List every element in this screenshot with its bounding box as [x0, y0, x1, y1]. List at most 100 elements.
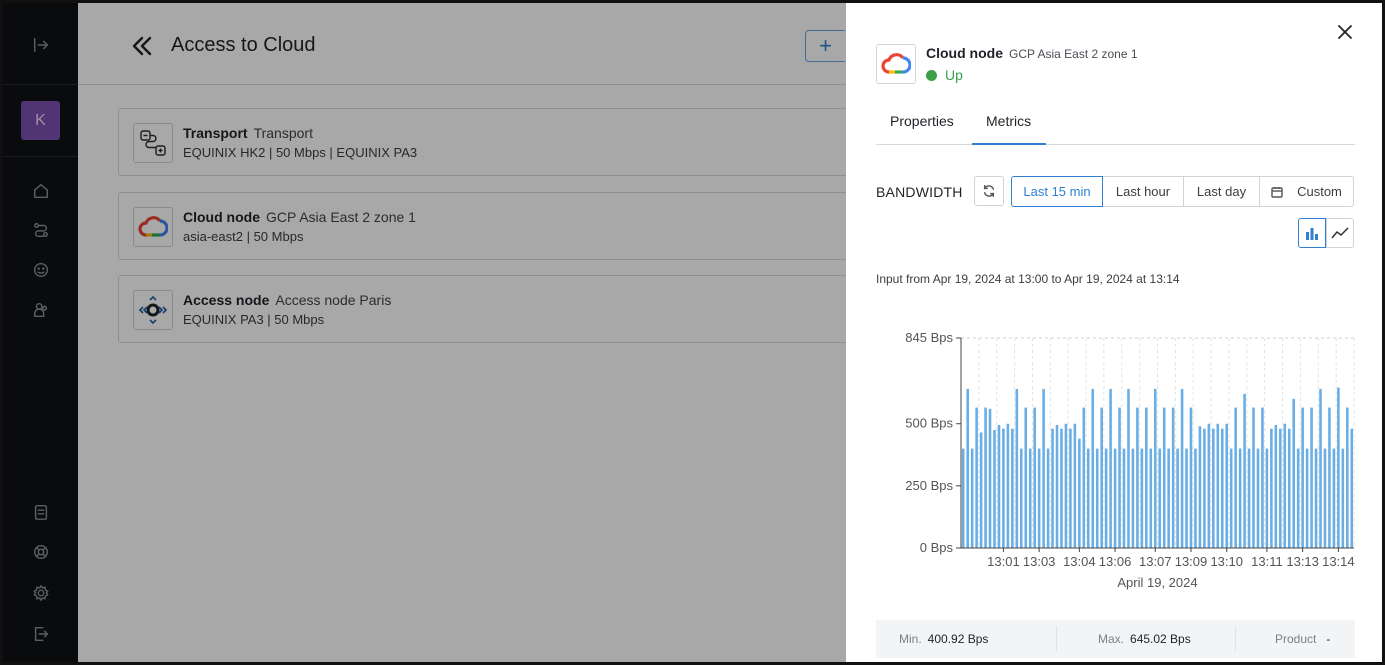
chart-bar: [1247, 448, 1251, 548]
chart-bar: [1261, 407, 1264, 548]
chart-bar: [1037, 448, 1041, 548]
status-dot-icon: [926, 69, 937, 81]
chart-bar: [1162, 407, 1166, 548]
chart-bar: [1158, 448, 1162, 548]
range-last-day[interactable]: Last day: [1183, 176, 1260, 207]
chart-bar: [1296, 448, 1300, 548]
chart-bar: [1180, 388, 1184, 548]
status-badge: Up: [926, 67, 963, 83]
chart-bar: [1189, 407, 1193, 548]
x-tick-label: 13:11: [1251, 554, 1283, 569]
stats-bar: Min. 400.92 Bps Max. 645.02 Bps Product -: [876, 620, 1355, 658]
chart-bar: [1176, 448, 1179, 548]
chart-bar: [975, 407, 978, 548]
chart-bar: [1310, 407, 1313, 548]
chart-bar: [1024, 407, 1028, 548]
chart-bar: [1113, 448, 1117, 548]
chart-bar: [1198, 426, 1202, 548]
chart-bar: [1346, 407, 1349, 548]
y-tick-label: 0 Bps: [920, 540, 954, 555]
modal-backdrop[interactable]: [3, 3, 848, 662]
x-tick-label: 13:09: [1175, 554, 1208, 569]
chart-bar: [1091, 388, 1095, 548]
chart-bar: [1028, 448, 1032, 548]
chart-bar: [1078, 438, 1081, 548]
chart-bar: [1185, 448, 1188, 548]
x-axis-label: April 19, 2024: [1117, 575, 1197, 590]
refresh-button[interactable]: [974, 176, 1004, 206]
y-tick-label: 250 Bps: [905, 478, 953, 493]
chart-bar: [1153, 388, 1157, 548]
chart-bar: [1279, 428, 1282, 548]
bar-chart-toggle[interactable]: [1298, 218, 1326, 248]
chart-bar: [1055, 424, 1059, 548]
close-icon[interactable]: [1335, 22, 1355, 42]
chart-bar: [1203, 428, 1206, 548]
chart-bar: [1011, 428, 1014, 548]
range-custom[interactable]: Custom: [1259, 176, 1354, 207]
chart-bar: [1042, 388, 1045, 548]
chart-bar: [1060, 428, 1063, 548]
chart-bar: [1243, 393, 1246, 548]
x-tick-label: 13:04: [1063, 554, 1096, 569]
chart-bar: [1019, 448, 1023, 548]
chart-bar: [1332, 448, 1336, 548]
range-last-hour[interactable]: Last hour: [1102, 176, 1184, 207]
y-tick-label: 500 Bps: [905, 416, 953, 431]
chart-bar: [966, 388, 969, 548]
tab-bar: Properties Metrics: [876, 105, 1355, 145]
stat-min: Min. 400.92 Bps: [899, 632, 989, 646]
chart-bar: [1337, 387, 1340, 548]
x-tick-label: 13:14: [1322, 554, 1355, 569]
chart-bar: [993, 429, 996, 548]
section-title: BANDWIDTH: [876, 184, 963, 200]
chart-bar: [1220, 428, 1224, 548]
chart-bar: [1328, 407, 1331, 548]
bar-chart-icon: [1306, 228, 1318, 240]
chart-bar: [1256, 448, 1260, 548]
chart-bar: [1234, 407, 1237, 548]
chart-bar: [1046, 448, 1050, 548]
chart-bar: [1252, 407, 1255, 548]
chart-bar: [988, 408, 992, 548]
chart-bar: [1104, 448, 1108, 548]
gcp-cloud-icon: [876, 44, 916, 84]
chart-bar: [1287, 428, 1291, 548]
chart-bar: [1225, 423, 1229, 548]
chart-bar: [1073, 423, 1077, 548]
tab-properties[interactable]: Properties: [890, 113, 954, 129]
chart-bar: [1167, 448, 1170, 548]
chart-bar: [1341, 448, 1345, 548]
chart-bar: [1069, 428, 1072, 548]
range-last-15-min[interactable]: Last 15 min: [1011, 176, 1103, 207]
chart-bar: [1109, 388, 1112, 548]
refresh-icon: [983, 185, 995, 197]
chart-bar: [997, 424, 1001, 548]
y-tick-label: 845 Bps: [905, 330, 953, 345]
chart-bar: [1350, 428, 1354, 548]
time-range-description: Input from Apr 19, 2024 at 13:00 to Apr …: [876, 272, 1180, 286]
chart-bar: [1319, 388, 1322, 548]
chart-bar: [1095, 448, 1099, 548]
chart-bar: [1301, 407, 1304, 548]
x-tick-label: 13:03: [1023, 554, 1056, 569]
x-tick-label: 13:13: [1286, 554, 1319, 569]
drawer-title: Cloud node GCP Asia East 2 zone 1: [926, 45, 1138, 61]
chart-bar: [1064, 423, 1068, 548]
active-tab-indicator: [972, 143, 1046, 145]
tab-metrics[interactable]: Metrics: [986, 113, 1031, 129]
chart-bar: [1229, 448, 1233, 548]
bandwidth-bar-chart: 0 Bps 250 Bps 500 Bps 845 Bps 13:01 13:03 13:0…: [905, 330, 1355, 590]
chart-bar: [1238, 448, 1242, 548]
calendar-icon: [1271, 186, 1283, 198]
x-tick-label: 13:01: [987, 554, 1020, 569]
chart-bar: [1140, 448, 1144, 548]
chart-bar: [1082, 407, 1086, 548]
chart-bar: [1314, 448, 1318, 548]
line-chart-toggle[interactable]: [1326, 218, 1354, 248]
chart-bar: [1212, 428, 1215, 548]
details-drawer: Cloud node GCP Asia East 2 zone 1 Up Prop…: [846, 3, 1382, 662]
chart-bar: [1292, 398, 1296, 548]
chart-bar: [1145, 407, 1148, 548]
chart-bar: [1270, 428, 1273, 548]
